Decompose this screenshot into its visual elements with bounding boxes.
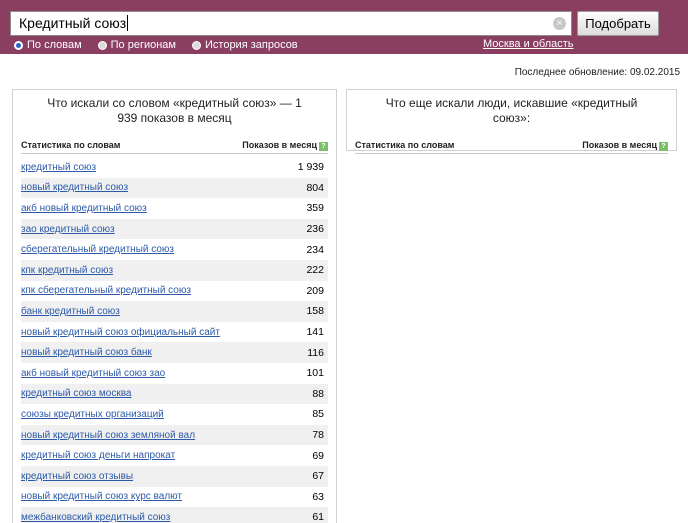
table-row: новый кредитный союз земляной вал 78 [21,424,328,446]
help-icon[interactable]: ? [659,142,668,151]
search-input-value: Кредитный союз [19,15,127,31]
phrase-link[interactable]: сберегательный кредитный союз [21,244,174,255]
table-header: Статистика по словам Показов в месяц? [21,132,328,154]
phrase-link[interactable]: новый кредитный союз земляной вал [21,430,195,441]
phrase-link[interactable]: новый кредитный союз официальный сайт [21,327,220,338]
views-count: 222 [306,264,324,277]
radio-by-words[interactable]: По словам [14,39,82,51]
table-row: новый кредитный союз 804 [21,177,328,199]
table-row: межбанковский кредитный союз 61 [21,507,328,523]
table-row: кредитный союз 1 939 [21,157,328,178]
help-icon[interactable]: ? [319,142,328,151]
views-count: 158 [306,305,324,318]
radio-query-history[interactable]: История запросов [192,39,298,51]
table-row: новый кредитный союз банк 116 [21,342,328,363]
views-count: 61 [312,511,324,523]
phrase-link[interactable]: акб новый кредитный союз зао [21,368,165,379]
phrase-link[interactable]: новый кредитный союз банк [21,347,152,358]
phrase-link[interactable]: союзы кредитных организаций [21,409,164,420]
phrase-link[interactable]: кредитный союз [21,162,96,173]
column-header-views: Показов в месяц? [582,140,668,151]
phrase-link[interactable]: банк кредитный союз [21,306,120,317]
phrase-link[interactable]: кредитный союз отзывы [21,471,133,482]
clear-icon[interactable]: × [553,17,566,30]
views-count: 236 [306,223,324,236]
column-header-views: Показов в месяц? [242,140,328,151]
table-row: сберегательный кредитный союз 234 [21,239,328,260]
views-count: 85 [312,408,324,421]
table-row: союзы кредитных организаций 85 [21,404,328,425]
phrase-link[interactable]: кпк сберегательный кредитный союз [21,285,191,296]
search-bar: Кредитный союз × Подобрать По словам По … [0,0,688,54]
views-count: 1 939 [297,161,324,174]
table-row: кредитный союз москва 88 [21,383,328,405]
submit-button[interactable]: Подобрать [577,11,659,36]
table-row: акб новый кредитный союз 359 [21,198,328,219]
table-row: новый кредитный союз официальный сайт 141 [21,322,328,343]
radio-by-regions[interactable]: По регионам [97,39,176,51]
views-count: 63 [312,490,324,503]
search-input[interactable]: Кредитный союз [10,11,572,36]
radio-icon[interactable] [192,40,201,50]
column-header-words: Статистика по словам [21,140,121,150]
panel-title: Что еще искали люди, искавшие «кредитный… [385,96,638,125]
views-count: 141 [306,326,324,339]
views-count: 116 [307,346,324,359]
radio-selected-icon[interactable] [14,40,23,50]
region-link[interactable]: Москва и область [483,38,574,50]
table-row: акб новый кредитный союз зао 101 [21,363,328,384]
views-count: 67 [312,470,324,483]
table-row: зао кредитный союз 236 [21,218,328,240]
table-row: банк кредитный союз 158 [21,301,328,322]
radio-icon[interactable] [97,40,107,50]
related-queries-panel: Что еще искали люди, искавшие «кредитный… [346,89,677,154]
views-count: 78 [312,429,324,442]
views-count: 69 [312,449,324,462]
last-update-text: Последнее обновление: 09.02.2015 [514,67,680,78]
word-stats-panel: Что искали со словом «кредитный союз» — … [12,89,337,523]
views-count: 804 [306,181,324,194]
table-row: кпк кредитный союз 222 [21,259,328,281]
phrase-link[interactable]: кредитный союз москва [21,388,131,399]
radio-label: История запросов [205,39,298,51]
table-row: новый кредитный союз курс валют 63 [21,487,328,508]
word-stats-list: кредитный союз 1 939 новый кредитный союз 8… [21,157,328,523]
phrase-link[interactable]: новый кредитный союз курс валют [21,491,182,502]
table-row: кредитный союз отзывы 67 [21,465,328,487]
views-count: 359 [306,202,324,215]
phrase-link[interactable]: акб новый кредитный союз [21,203,147,214]
text-caret [127,15,129,31]
panel-title: Что искали со словом «кредитный союз» — … [47,96,302,125]
phrase-link[interactable]: межбанковский кредитный союз [21,512,170,523]
table-row: кредитный союз деньги напрокат 69 [21,445,328,466]
search-mode-radios: По словам По регионам История запросов [14,38,314,52]
table-row: кпк сберегательный кредитный союз 209 [21,281,328,302]
views-count: 234 [306,243,324,256]
phrase-link[interactable]: кпк кредитный союз [21,265,113,276]
table-header: Статистика по словам Показов в месяц? [355,132,668,154]
views-count: 88 [312,387,324,400]
phrase-link[interactable]: новый кредитный союз [21,182,128,193]
phrase-link[interactable]: зао кредитный союз [21,224,115,235]
views-count: 101 [306,367,324,380]
column-header-words: Статистика по словам [355,140,455,150]
phrase-link[interactable]: кредитный союз деньги напрокат [21,450,175,461]
views-count: 209 [306,284,324,297]
radio-label: По регионам [110,39,176,51]
radio-label: По словам [27,39,82,51]
